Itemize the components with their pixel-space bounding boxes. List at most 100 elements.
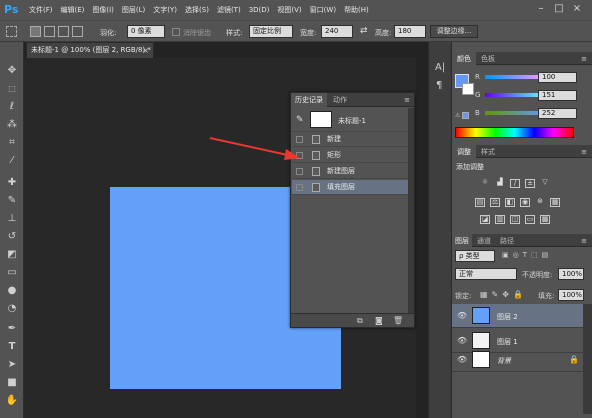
- move-tool-icon[interactable]: ✥: [5, 64, 19, 78]
- layer-row-selected[interactable]: 👁 图层 2: [452, 304, 583, 328]
- tab-color[interactable]: 颜色: [452, 52, 476, 66]
- clone-stamp-tool-icon[interactable]: ⊥: [5, 212, 19, 226]
- eraser-tool-icon[interactable]: ◩: [5, 248, 19, 262]
- new-document-from-state-icon[interactable]: ⧉: [357, 316, 363, 326]
- close-window-button[interactable]: ×: [571, 3, 583, 15]
- menu-view[interactable]: 视图(V): [277, 5, 301, 15]
- gradient-map-icon[interactable]: ▭: [525, 215, 535, 224]
- b-slider[interactable]: [485, 111, 545, 115]
- paragraph-panel-icon[interactable]: ¶: [436, 80, 442, 91]
- history-scrollbar[interactable]: [408, 108, 414, 313]
- blur-tool-icon[interactable]: ●: [5, 284, 19, 298]
- visibility-eye-icon[interactable]: 👁: [457, 355, 467, 364]
- menu-edit[interactable]: 编辑(E): [61, 5, 85, 15]
- panel-menu-icon[interactable]: ≡: [578, 52, 590, 66]
- history-state[interactable]: 新建图层: [292, 164, 408, 179]
- subtract-selection-icon[interactable]: [58, 26, 69, 37]
- menu-filter[interactable]: 滤镜(T): [217, 5, 241, 15]
- web-safe-color-icon[interactable]: [462, 112, 469, 119]
- camera-snapshot-icon[interactable]: ◙: [375, 316, 383, 325]
- hand-tool-icon[interactable]: ✋: [5, 394, 19, 408]
- tab-styles[interactable]: 样式: [477, 145, 499, 159]
- history-source-checkbox[interactable]: [296, 168, 303, 175]
- height-input[interactable]: 180: [394, 25, 426, 38]
- quick-select-tool-icon[interactable]: ⁂: [5, 118, 19, 132]
- r-slider[interactable]: [485, 75, 545, 79]
- menu-help[interactable]: 帮助(H): [344, 5, 369, 15]
- invert-icon[interactable]: ◪: [480, 215, 490, 224]
- width-input[interactable]: 240: [321, 25, 353, 38]
- fill-input[interactable]: 100%: [558, 289, 584, 301]
- visibility-eye-icon[interactable]: 👁: [457, 336, 467, 345]
- menu-layer[interactable]: 图层(L): [122, 5, 145, 15]
- history-state-selected[interactable]: 填充图层: [292, 180, 408, 195]
- color-lookup-icon[interactable]: ▦: [550, 198, 560, 207]
- tab-paths[interactable]: 路径: [496, 234, 518, 248]
- menu-window[interactable]: 窗口(W): [310, 5, 336, 15]
- document-tab[interactable]: 未标题-1 @ 100% (图层 2, RGB/8) * ×: [26, 42, 154, 58]
- posterize-icon[interactable]: ▥: [495, 215, 505, 224]
- healing-brush-tool-icon[interactable]: ✚: [5, 176, 19, 190]
- history-source-checkbox[interactable]: [296, 184, 303, 191]
- antialias-checkbox[interactable]: [172, 28, 180, 36]
- panel-menu-icon[interactable]: ≡: [401, 93, 413, 107]
- g-value-input[interactable]: 151: [538, 90, 577, 101]
- panel-menu-icon[interactable]: ≡: [578, 234, 590, 248]
- tab-actions[interactable]: 动作: [328, 93, 352, 107]
- brightness-contrast-icon[interactable]: ☼: [480, 179, 490, 188]
- blend-mode-select[interactable]: 正常: [455, 268, 517, 280]
- style-select[interactable]: 固定比例: [249, 25, 293, 38]
- swap-dimensions-icon[interactable]: ⇄: [360, 26, 368, 36]
- pen-tool-icon[interactable]: ✒: [5, 322, 19, 336]
- tab-channels[interactable]: 通道: [473, 234, 495, 248]
- opacity-input[interactable]: 100%: [558, 268, 584, 280]
- eyedropper-tool-icon[interactable]: ⁄: [5, 154, 19, 168]
- marquee-tool-preset-icon[interactable]: [6, 26, 17, 37]
- type-tool-icon[interactable]: T: [5, 340, 19, 354]
- threshold-icon[interactable]: ◫: [510, 215, 520, 224]
- tab-layers[interactable]: 图层: [452, 234, 472, 248]
- background-color-swatch[interactable]: [462, 83, 474, 95]
- history-brush-tool-icon[interactable]: ↺: [5, 230, 19, 244]
- tab-adjustments[interactable]: 调整: [452, 145, 476, 159]
- close-document-icon[interactable]: ×: [142, 43, 149, 58]
- warning-icon[interactable]: ⚠: [455, 112, 460, 119]
- new-selection-icon[interactable]: [30, 26, 41, 37]
- history-brush-source-icon[interactable]: ✎: [296, 115, 304, 125]
- feather-input[interactable]: 0 像素: [127, 25, 165, 38]
- levels-icon[interactable]: ▟: [495, 179, 505, 188]
- selective-color-icon[interactable]: ▩: [540, 215, 550, 224]
- trash-icon[interactable]: 🗑: [393, 316, 403, 325]
- color-spectrum-bar[interactable]: [455, 127, 574, 138]
- path-select-tool-icon[interactable]: ➤: [5, 358, 19, 372]
- tab-history[interactable]: 历史记录: [291, 93, 327, 107]
- menu-select[interactable]: 选择(S): [185, 5, 209, 15]
- menu-type[interactable]: 文字(Y): [153, 5, 177, 15]
- maximize-button[interactable]: □: [553, 3, 565, 15]
- layers-scrollbar[interactable]: [583, 304, 592, 414]
- crop-tool-icon[interactable]: ⌗: [5, 136, 19, 150]
- lasso-tool-icon[interactable]: ℓ: [5, 100, 19, 114]
- layer-row[interactable]: 👁 背景 🔒: [452, 348, 583, 372]
- add-selection-icon[interactable]: [44, 26, 55, 37]
- exposure-icon[interactable]: ±: [525, 179, 535, 188]
- hue-saturation-icon[interactable]: ▤: [475, 198, 485, 207]
- menu-file[interactable]: 文件(F): [29, 5, 53, 15]
- menu-3d[interactable]: 3D(D): [249, 6, 270, 14]
- gradient-tool-icon[interactable]: ▭: [5, 266, 19, 280]
- curves-icon[interactable]: /: [510, 179, 520, 188]
- black-white-icon[interactable]: ◧: [505, 198, 515, 207]
- character-panel-icon[interactable]: A|: [435, 62, 445, 73]
- tab-swatches[interactable]: 色板: [477, 52, 499, 66]
- photo-filter-icon[interactable]: ◉: [520, 198, 530, 207]
- color-balance-icon[interactable]: ⚖: [490, 198, 500, 207]
- layer-filter-select[interactable]: ρ 类型: [455, 250, 495, 262]
- b-value-input[interactable]: 252: [538, 108, 577, 119]
- history-snapshot[interactable]: ✎ 未标题-1: [292, 108, 408, 132]
- visibility-eye-icon[interactable]: 👁: [457, 311, 467, 320]
- lock-icons[interactable]: ▦✎✥🔒: [480, 290, 527, 299]
- channel-mixer-icon[interactable]: ⊛: [535, 198, 545, 207]
- intersect-selection-icon[interactable]: [72, 26, 83, 37]
- g-slider[interactable]: [485, 93, 545, 97]
- panel-menu-icon[interactable]: ≡: [578, 145, 590, 159]
